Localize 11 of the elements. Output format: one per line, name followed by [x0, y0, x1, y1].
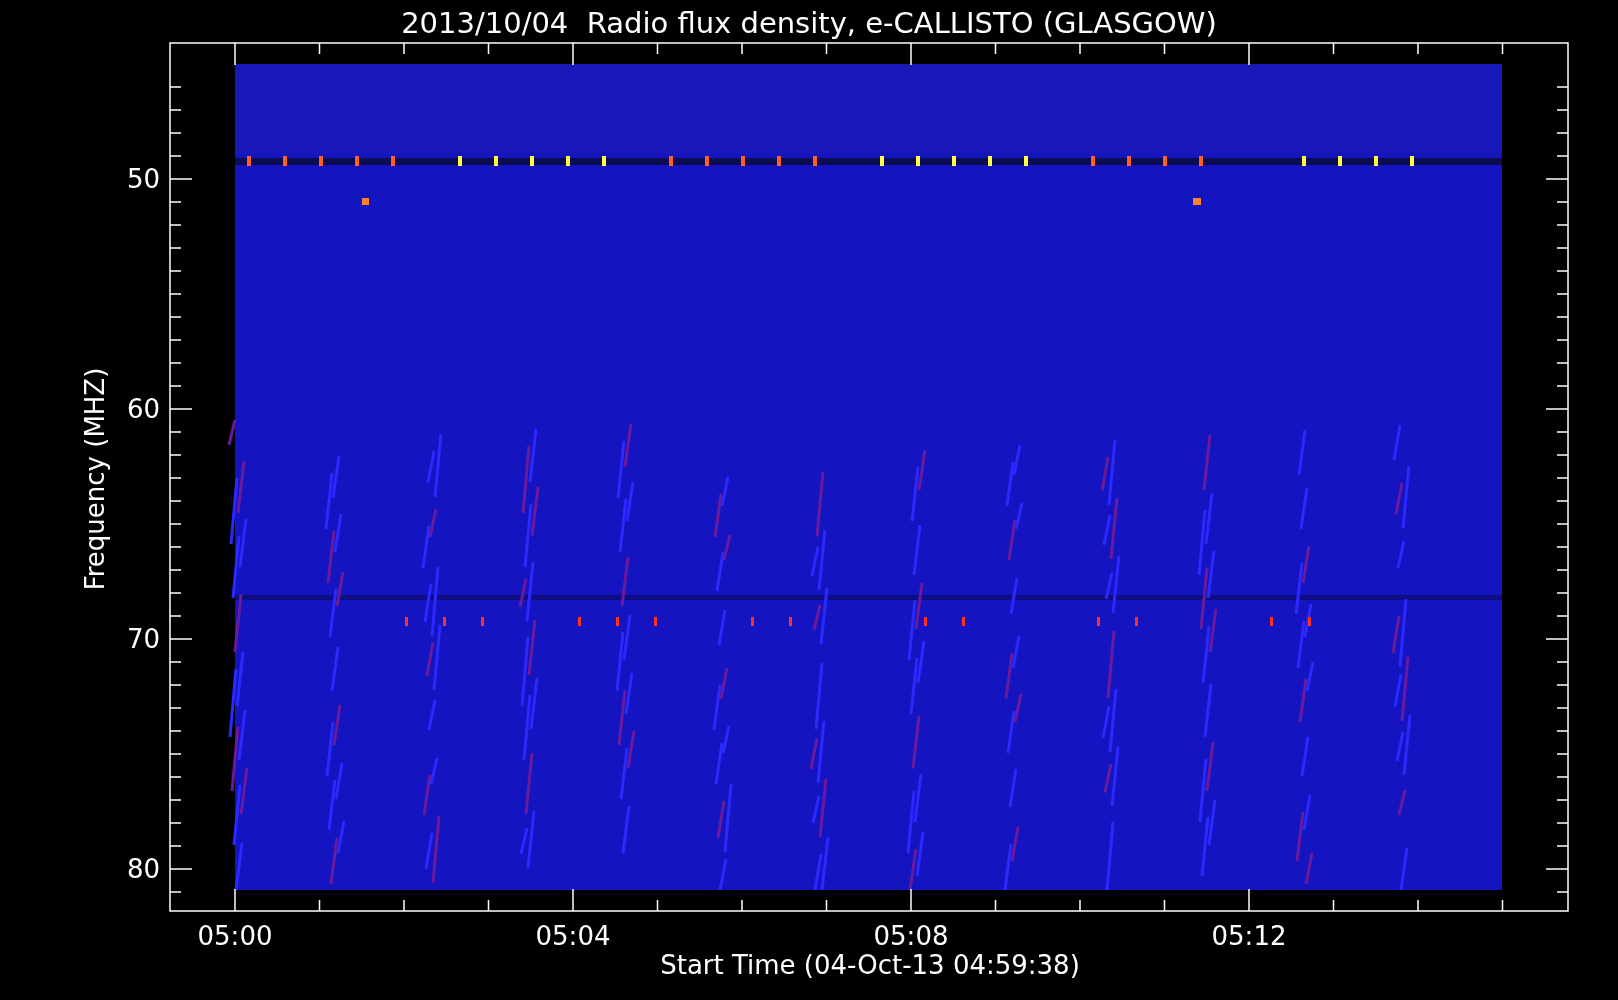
y-tick-label: 60	[126, 396, 160, 422]
chart-title: 2013/10/04 Radio flux density, e-CALLISTO (GLASGOW)	[400, 5, 1218, 42]
y-axis-label: Frequency (MHZ)	[82, 366, 108, 593]
x-axis-label: Start Time (04-Oct-13 04:59:38)	[659, 952, 1081, 978]
x-tick-label: 05:04	[534, 923, 612, 949]
y-tick-label: 80	[126, 856, 160, 882]
x-tick-label: 05:00	[196, 923, 274, 949]
x-tick-label: 05:12	[1210, 923, 1288, 949]
y-tick-label: 50	[126, 166, 160, 192]
x-tick-label: 05:08	[872, 923, 950, 949]
y-tick-label: 70	[126, 626, 160, 652]
